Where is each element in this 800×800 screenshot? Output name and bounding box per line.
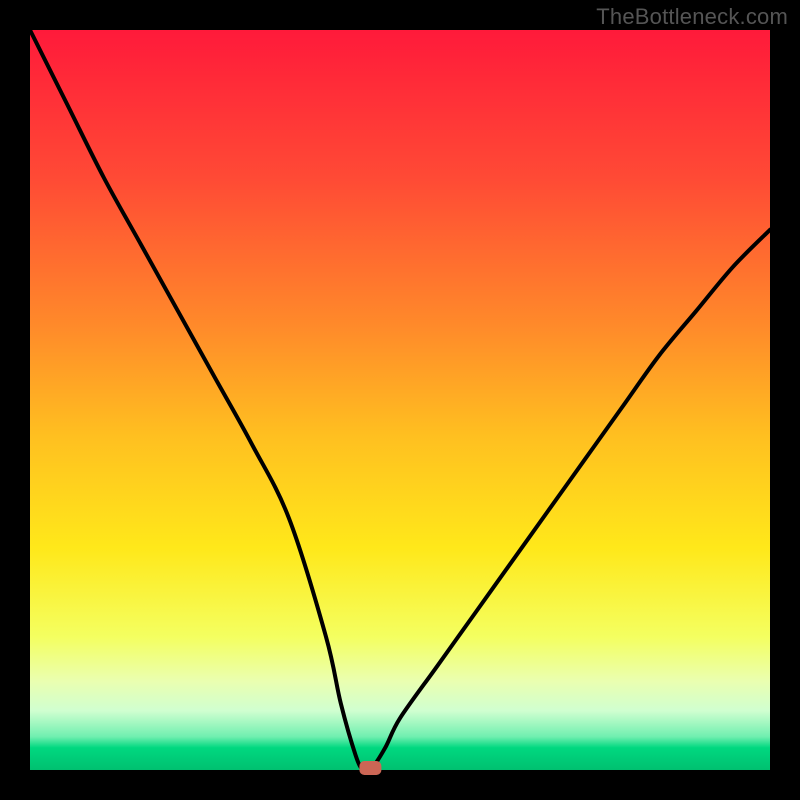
optimum-marker bbox=[359, 761, 381, 775]
bottleneck-chart: TheBottleneck.com bbox=[0, 0, 800, 800]
chart-svg bbox=[0, 0, 800, 800]
watermark-text: TheBottleneck.com bbox=[596, 4, 788, 30]
plot-background bbox=[30, 30, 770, 770]
